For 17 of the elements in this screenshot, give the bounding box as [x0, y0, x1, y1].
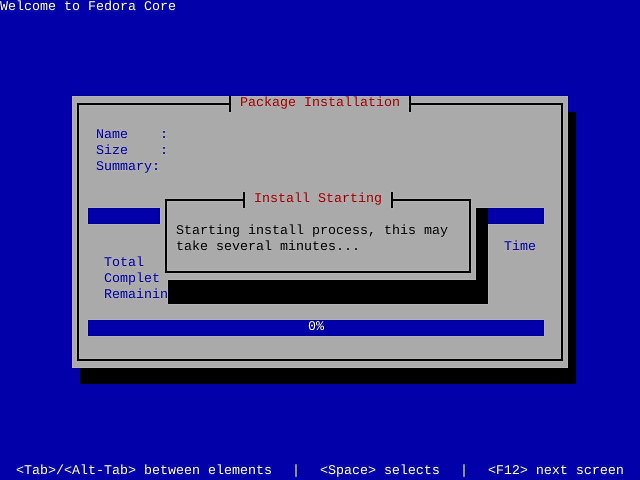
screen-title: Welcome to Fedora Core [0, 0, 176, 16]
row-label: Complet [104, 272, 160, 288]
status-hint: | [460, 464, 468, 480]
status-hint: <Space> selects [320, 464, 440, 480]
dialog-message: Starting install process, this may take several minutes... [176, 224, 449, 256]
field-label: Name : [96, 128, 168, 144]
column-header: Time [504, 240, 536, 256]
status-hint: <F12> next screen [488, 464, 624, 480]
row-label: Remainin [104, 288, 168, 304]
field-label: Summary: [96, 160, 160, 176]
progress-percent: 0% [308, 320, 324, 336]
status-hint: | [292, 464, 300, 480]
field-label: Size : [96, 144, 168, 160]
window-title: Package Installation [229, 96, 411, 112]
dialog-title: Install Starting [243, 192, 393, 208]
status-hint: <Tab>/<Alt-Tab> between elements [16, 464, 272, 480]
row-label: Total [104, 256, 144, 272]
